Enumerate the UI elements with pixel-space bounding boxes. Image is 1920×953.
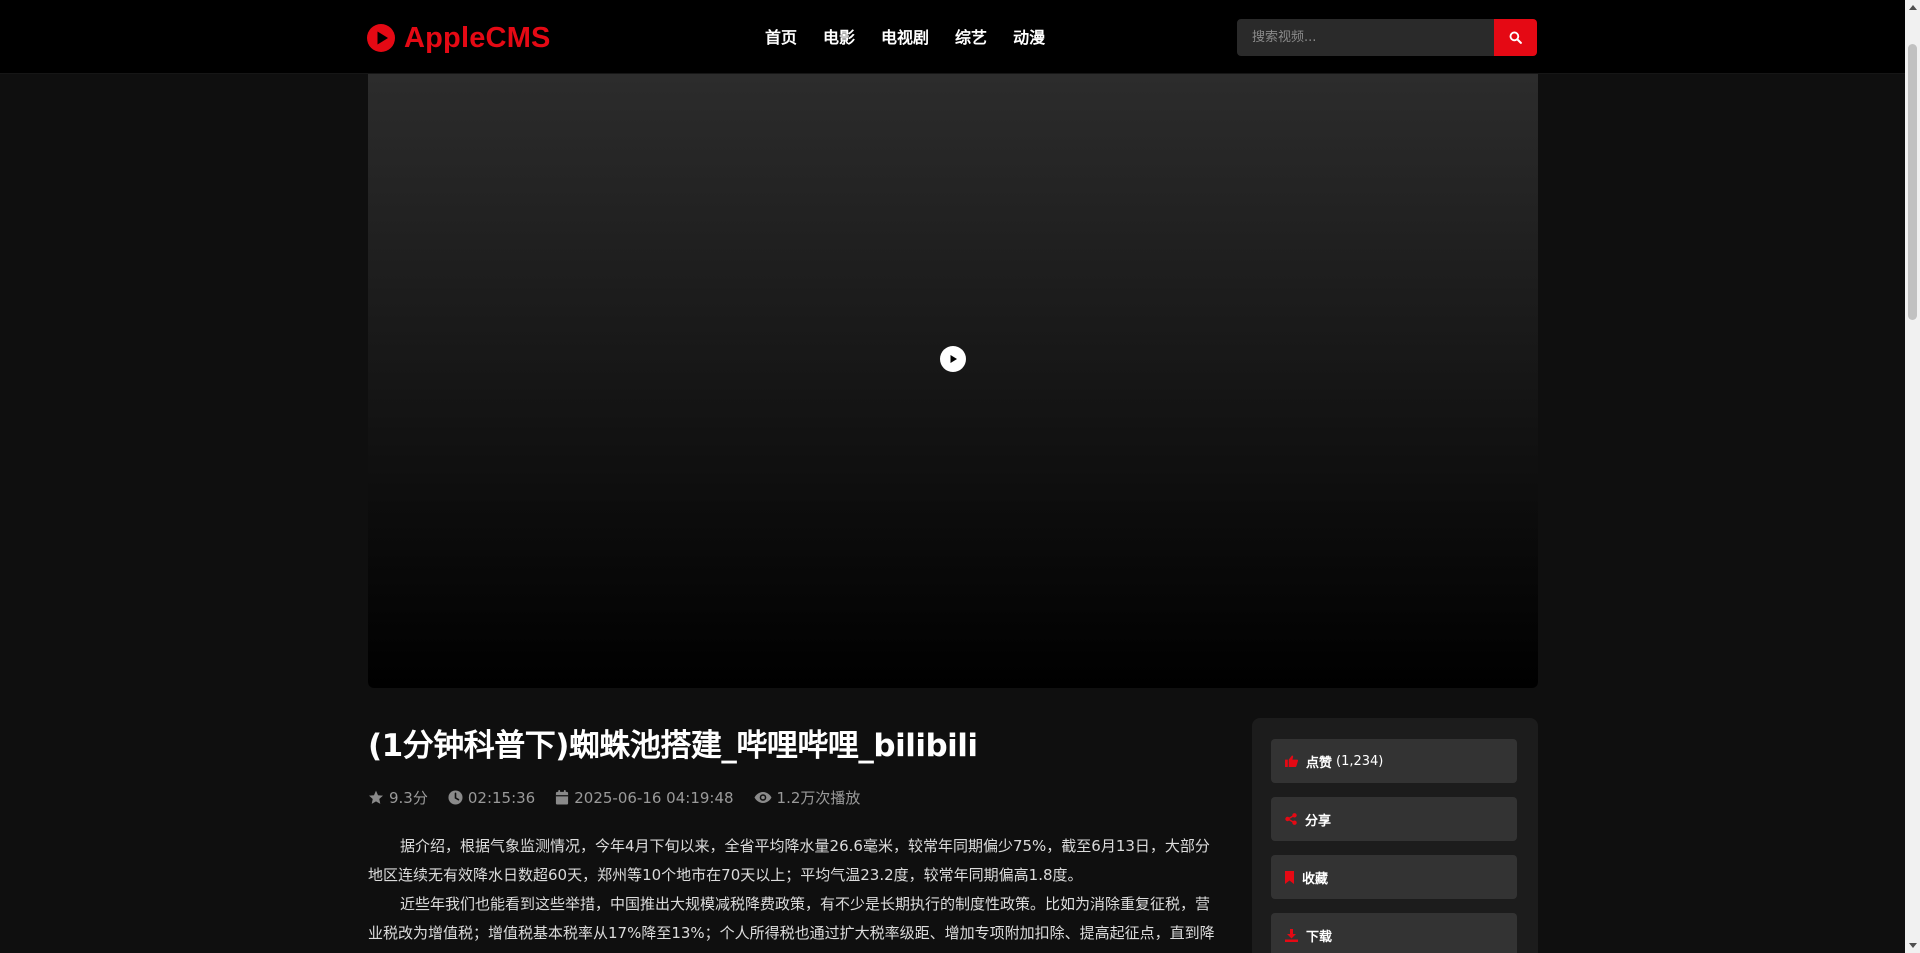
favorite-button[interactable]: 收藏: [1271, 855, 1517, 899]
date-value: 2025-06-16 04:19:48: [574, 788, 734, 807]
share-icon: [1285, 813, 1297, 825]
download-label: 下载: [1306, 929, 1333, 945]
bookmark-icon: [1285, 870, 1294, 884]
nav-item-variety[interactable]: 综艺: [955, 26, 987, 50]
views-value: 1.2万次播放: [776, 789, 861, 807]
play-button[interactable]: [940, 346, 966, 372]
description-paragraph: 据介绍，根据气象监测情况，今年4月下旬以来，全省平均降水量26.6毫米，较常年同…: [368, 837, 1210, 884]
play-circle-icon: [367, 24, 395, 52]
nav-item-tv-series[interactable]: 电视剧: [881, 26, 929, 50]
thumbs-up-icon: [1285, 755, 1298, 767]
video-title: (1分钟科普下)蜘蛛池搭建_哔哩哔哩_bilibili: [368, 728, 978, 764]
page-scrollbar[interactable]: [1905, 0, 1920, 953]
like-button[interactable]: 点赞 (1,234): [1271, 739, 1517, 783]
search-button[interactable]: [1494, 19, 1537, 56]
play-icon: [950, 355, 957, 363]
download-button[interactable]: 下载: [1271, 913, 1517, 953]
nav-item-anime[interactable]: 动漫: [1013, 26, 1045, 50]
video-player[interactable]: [368, 74, 1538, 688]
logo-text: AppleCMS: [404, 22, 551, 54]
rating-value: 9.3分: [389, 789, 428, 807]
star-icon: [369, 790, 383, 804]
publish-date: 2025-06-16 04:19:48: [555, 788, 734, 807]
video-description: 据介绍，根据气象监测情况，今年4月下旬以来，全省平均降水量26.6毫米，较常年同…: [368, 832, 1216, 953]
clock-icon: [448, 790, 463, 805]
search-bar: [1237, 19, 1537, 56]
eye-icon: [754, 792, 772, 803]
main-nav: 首页 电影 电视剧 综艺 动漫: [765, 26, 1071, 50]
nav-item-home[interactable]: 首页: [765, 26, 797, 50]
search-icon: [1509, 31, 1522, 44]
search-input[interactable]: [1237, 19, 1494, 56]
scroll-down-arrow-icon[interactable]: [1905, 938, 1920, 953]
favorite-label: 收藏: [1302, 871, 1329, 887]
calendar-icon: [556, 790, 569, 805]
share-label: 分享: [1305, 813, 1332, 829]
scrollbar-thumb[interactable]: [1908, 44, 1917, 320]
nav-item-movies[interactable]: 电影: [823, 26, 855, 50]
share-button[interactable]: 分享: [1271, 797, 1517, 841]
like-count: (1,234): [1336, 753, 1384, 769]
like-label: 点赞: [1306, 755, 1333, 771]
scroll-up-arrow-icon[interactable]: [1905, 0, 1920, 15]
site-logo[interactable]: AppleCMS: [367, 21, 551, 55]
description-paragraph: 近些年我们也能看到这些举措，中国推出大规模减税降费政策，有不少是长期执行的制度性…: [368, 895, 1215, 942]
action-panel: 点赞 (1,234) 分享 收藏 下载: [1252, 718, 1538, 953]
duration-value: 02:15:36: [467, 788, 536, 807]
site-header: AppleCMS 首页 电影 电视剧 综艺 动漫: [0, 0, 1905, 74]
rating: 9.3分: [368, 787, 428, 808]
download-icon: [1285, 928, 1298, 942]
duration: 02:15:36: [448, 789, 535, 807]
video-meta: 9.3分 02:15:36 2025-06-16 04:19:48 1.2万次播…: [368, 787, 880, 808]
view-count: 1.2万次播放: [754, 787, 861, 808]
